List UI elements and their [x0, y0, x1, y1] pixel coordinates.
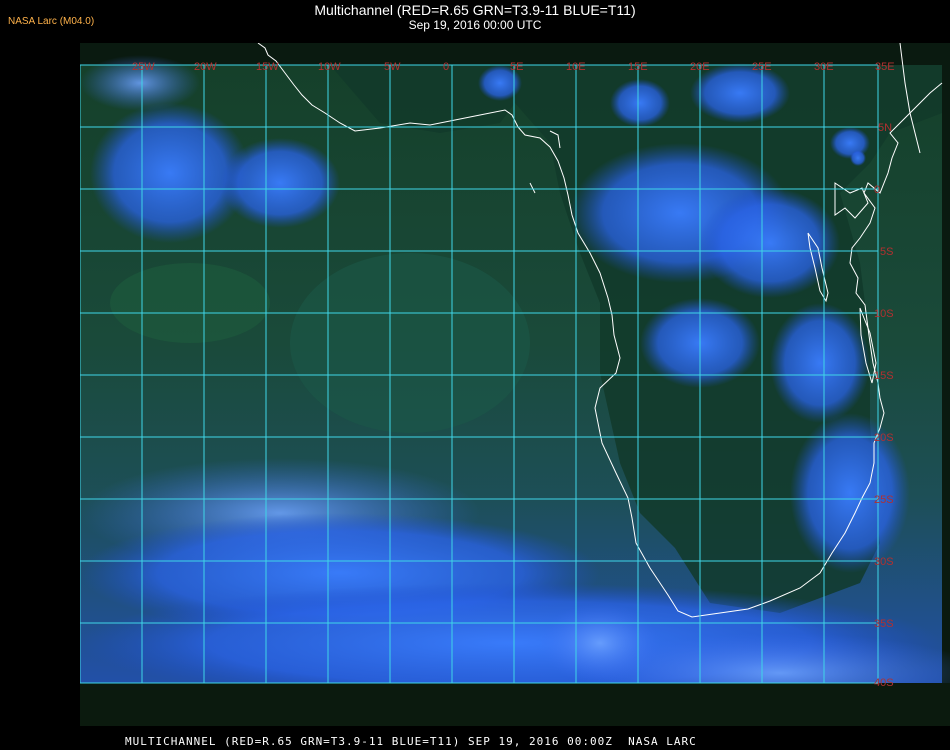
- lon-label: 0: [443, 61, 449, 73]
- lon-label: 25E: [752, 61, 772, 73]
- lon-label: 10E: [566, 61, 586, 73]
- lon-label: 30E: [814, 61, 834, 73]
- lon-label: 20W: [194, 61, 217, 73]
- lat-label: 15S: [874, 370, 894, 382]
- lat-label: 5S: [880, 246, 893, 258]
- footer-caption: MULTICHANNEL (RED=R.65 GRN=T3.9-11 BLUE=…: [125, 735, 697, 748]
- lon-label: 20E: [690, 61, 710, 73]
- imagery-layer: [80, 55, 950, 726]
- lat-label: 5N: [878, 122, 892, 134]
- satellite-map: 25W 20W 15W 10W 5W 0 5E 10E 15E 20E 25E …: [80, 43, 950, 726]
- lon-label: 5W: [384, 61, 401, 73]
- lon-label: 15E: [628, 61, 648, 73]
- lat-label: 20S: [874, 432, 894, 444]
- lat-label: 10S: [874, 308, 894, 320]
- image-timestamp: Sep 19, 2016 00:00 UTC: [408, 18, 542, 32]
- lon-label: 10W: [318, 61, 341, 73]
- image-title: Multichannel (RED=R.65 GRN=T3.9-11 BLUE=…: [314, 2, 636, 18]
- lat-label: 35S: [874, 618, 894, 630]
- lat-label: 40S: [874, 677, 894, 689]
- lat-label: 25S: [874, 494, 894, 506]
- lon-label: 25W: [132, 61, 155, 73]
- satellite-map-svg: 25W 20W 15W 10W 5W 0 5E 10E 15E 20E 25E …: [80, 43, 950, 726]
- lon-label: 35E: [875, 61, 895, 73]
- lat-label: 0: [874, 184, 880, 196]
- lat-label: 30S: [874, 556, 894, 568]
- lon-label: 5E: [510, 61, 523, 73]
- lon-label: 15W: [256, 61, 279, 73]
